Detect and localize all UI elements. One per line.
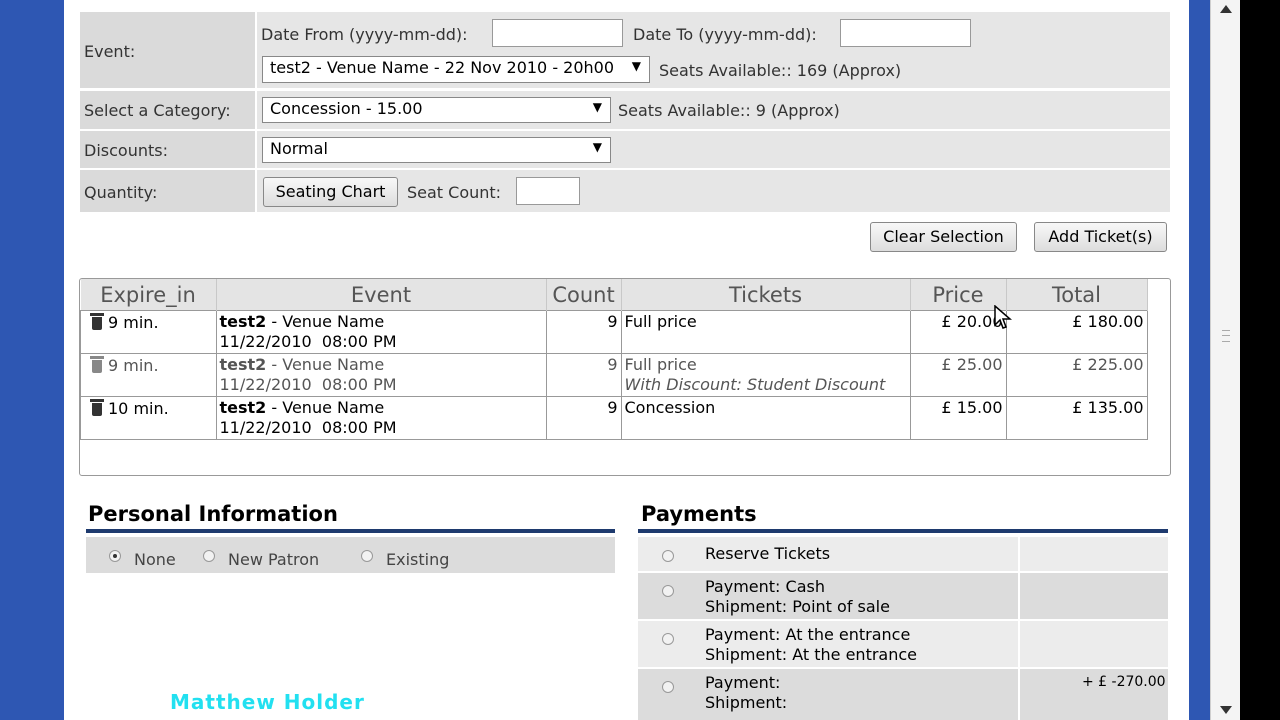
header-price: Price xyxy=(910,279,1007,311)
vertical-scrollbar[interactable] xyxy=(1210,0,1241,720)
header-tickets: Tickets xyxy=(621,279,911,311)
category-select-value: Concession - 15.00 xyxy=(270,99,423,118)
clear-selection-button[interactable]: Clear Selection xyxy=(870,222,1017,252)
radio-none-label: None xyxy=(134,550,176,569)
payments-rule xyxy=(638,529,1168,533)
date-to-input[interactable] xyxy=(840,19,971,47)
header-expire: Expire_in xyxy=(80,279,217,311)
quantity-label: Quantity: xyxy=(84,183,158,202)
expire-cell: 9 min. xyxy=(80,310,217,354)
table-row: 9 min. test2 - Venue Name 11/22/2010 08:0… xyxy=(80,353,1148,397)
page-content: Event: Date From (yyyy-mm-dd): Date To (… xyxy=(64,0,1189,720)
chevron-down-icon: ▼ xyxy=(592,140,602,154)
payment-column-divider xyxy=(1018,537,1020,720)
payment-line1: Payment: At the entrance xyxy=(705,625,911,644)
date-from-input[interactable] xyxy=(492,19,623,47)
seat-count-input[interactable] xyxy=(516,177,580,205)
radio-new-patron-label: New Patron xyxy=(228,550,320,569)
expire-cell: 10 min. xyxy=(80,396,217,440)
trash-icon[interactable] xyxy=(90,355,104,373)
radio-cash[interactable] xyxy=(662,585,674,597)
mouse-cursor-icon xyxy=(994,305,1012,329)
payment-option-other: Payment: Shipment: + £ -270.00 xyxy=(638,669,1168,720)
personal-info-title: Personal Information xyxy=(88,502,338,526)
scroll-grip-icon[interactable] xyxy=(1222,330,1230,342)
payment-option-cash: Payment: Cash Shipment: Point of sale xyxy=(638,573,1168,619)
total-cell: £ 135.00 xyxy=(1005,396,1148,440)
event-seats-available: Seats Available:: 169 (Approx) xyxy=(659,61,902,80)
price-cell: £ 25.00 xyxy=(909,353,1007,397)
chevron-down-icon: ▼ xyxy=(631,59,641,73)
count-cell: 9 xyxy=(545,310,622,354)
payment-line2: Shipment: Point of sale xyxy=(705,597,890,616)
tickets-cell: Full price xyxy=(620,310,911,354)
event-cell: test2 - Venue Name 11/22/2010 08:00 PM xyxy=(215,396,547,440)
event-select[interactable]: test2 - Venue Name - 22 Nov 2010 - 20h00… xyxy=(262,56,650,83)
add-tickets-button[interactable]: Add Ticket(s) xyxy=(1034,222,1167,252)
header-event: Event xyxy=(216,279,547,311)
payment-line1: Payment: Cash xyxy=(705,577,825,596)
category-label: Select a Category: xyxy=(84,101,231,120)
radio-new-patron[interactable] xyxy=(203,550,215,562)
event-label: Event: xyxy=(84,42,136,61)
personal-info-rule xyxy=(86,529,615,533)
category-seats-available: Seats Available:: 9 (Approx) xyxy=(618,101,840,120)
expire-cell: 9 min. xyxy=(80,353,217,397)
seating-chart-button[interactable]: Seating Chart xyxy=(263,177,398,207)
price-cell: £ 20.00 xyxy=(909,310,1007,354)
payment-line1: Reserve Tickets xyxy=(705,544,831,563)
scroll-up-arrow-icon[interactable] xyxy=(1220,5,1232,13)
trash-icon[interactable] xyxy=(90,312,104,330)
cart-table: Expire_in Event Count Tickets Price Tota… xyxy=(80,279,1148,440)
radio-entrance[interactable] xyxy=(662,633,674,645)
total-cell: £ 225.00 xyxy=(1005,353,1148,397)
scroll-down-arrow-icon[interactable] xyxy=(1220,706,1232,714)
seat-count-label: Seat Count: xyxy=(407,183,502,202)
header-total: Total xyxy=(1006,279,1148,311)
window-edge xyxy=(1240,0,1280,720)
radio-existing[interactable] xyxy=(361,550,373,562)
date-from-label: Date From (yyyy-mm-dd): xyxy=(261,25,468,44)
radio-other[interactable] xyxy=(662,681,674,693)
table-row: 10 min. test2 - Venue Name 11/22/2010 08:… xyxy=(80,396,1148,440)
total-cell: £ 180.00 xyxy=(1005,310,1148,354)
watermark-text: Matthew Holder xyxy=(170,690,365,714)
radio-reserve[interactable] xyxy=(662,550,674,562)
radio-existing-label: Existing xyxy=(386,550,450,569)
trash-icon[interactable] xyxy=(90,398,104,416)
count-cell: 9 xyxy=(545,396,622,440)
discount-select-value: Normal xyxy=(270,139,328,158)
chevron-down-icon: ▼ xyxy=(592,100,602,114)
date-to-label: Date To (yyyy-mm-dd): xyxy=(633,25,817,44)
cart-header-row: Expire_in Event Count Tickets Price Tota… xyxy=(80,279,1148,311)
payment-line2: Shipment: xyxy=(705,693,788,712)
payment-line1: Payment: xyxy=(705,673,781,692)
event-cell: test2 - Venue Name 11/22/2010 08:00 PM xyxy=(215,353,547,397)
discount-select[interactable]: Normal ▼ xyxy=(262,137,611,163)
payment-amount: + £ -270.00 xyxy=(1082,674,1166,690)
price-cell: £ 15.00 xyxy=(909,396,1007,440)
event-select-value: test2 - Venue Name - 22 Nov 2010 - 20h00 xyxy=(270,58,615,77)
radio-none[interactable] xyxy=(109,550,121,562)
discounts-label: Discounts: xyxy=(84,141,168,160)
count-cell: 9 xyxy=(545,353,622,397)
payment-option-reserve: Reserve Tickets xyxy=(638,537,1168,571)
payments-title: Payments xyxy=(641,502,757,526)
table-row: 9 min. test2 - Venue Name 11/22/2010 08:0… xyxy=(80,310,1148,354)
header-count: Count xyxy=(546,279,622,311)
event-cell: test2 - Venue Name 11/22/2010 08:00 PM xyxy=(215,310,547,354)
tickets-cell: Concession xyxy=(620,396,911,440)
payment-line2: Shipment: At the entrance xyxy=(705,645,918,664)
category-select[interactable]: Concession - 15.00 ▼ xyxy=(262,97,611,123)
payment-option-entrance: Payment: At the entrance Shipment: At th… xyxy=(638,621,1168,667)
tickets-cell: Full price With Discount: Student Discoun… xyxy=(620,353,911,397)
